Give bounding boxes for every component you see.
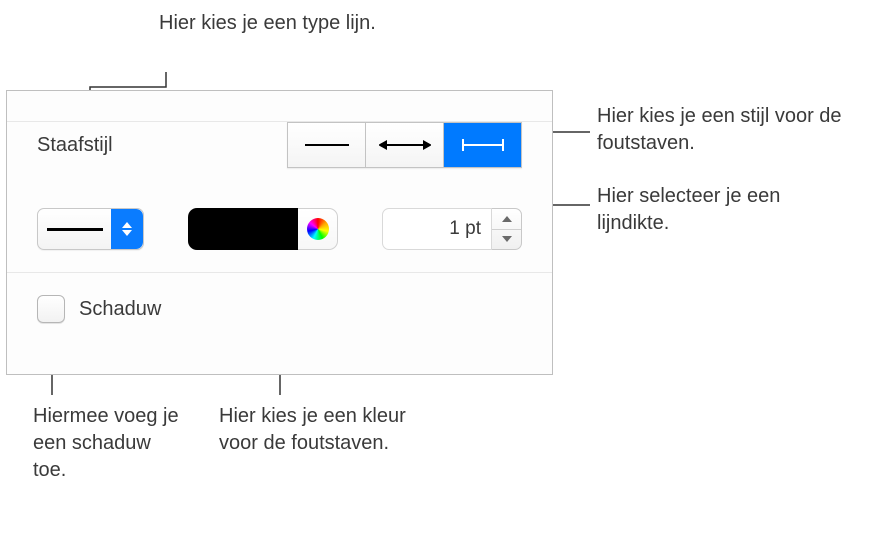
stepper-down[interactable] <box>492 230 521 250</box>
line-weight-stepper[interactable] <box>492 208 522 250</box>
color-wheel-button[interactable] <box>298 208 338 250</box>
line-type-popup[interactable] <box>37 208 144 250</box>
callout-line-type: Hier kies je een type lijn. <box>159 10 419 37</box>
error-bar-style-arrow[interactable] <box>366 123 444 167</box>
style-panel: Staafstijl <box>6 90 553 375</box>
callout-bar-style: Hier kies je een stijl voor de foutstave… <box>597 103 857 157</box>
line-type-sample <box>38 228 111 231</box>
shadow-checkbox[interactable] <box>37 295 65 323</box>
callout-bar-color: Hier kies je een kleur voor de foutstave… <box>219 403 419 457</box>
error-bar-color-picker[interactable] <box>188 208 338 250</box>
hue-wheel-icon <box>307 218 329 240</box>
error-bar-style-caps[interactable] <box>444 123 521 167</box>
error-bar-style-none[interactable] <box>288 123 366 167</box>
popup-handle[interactable] <box>111 209 143 249</box>
error-bar-style-segmented[interactable] <box>287 122 522 168</box>
shadow-label: Schaduw <box>79 298 161 321</box>
line-weight-field[interactable] <box>382 208 492 250</box>
stepper-up[interactable] <box>492 209 521 230</box>
callout-shadow: Hiermee voeg je een schaduw toe. <box>33 403 188 484</box>
color-swatch[interactable] <box>188 208 298 250</box>
callout-line-weight: Hier selecteer je een lijndikte. <box>597 183 837 237</box>
section-title: Staafstijl <box>37 134 113 157</box>
